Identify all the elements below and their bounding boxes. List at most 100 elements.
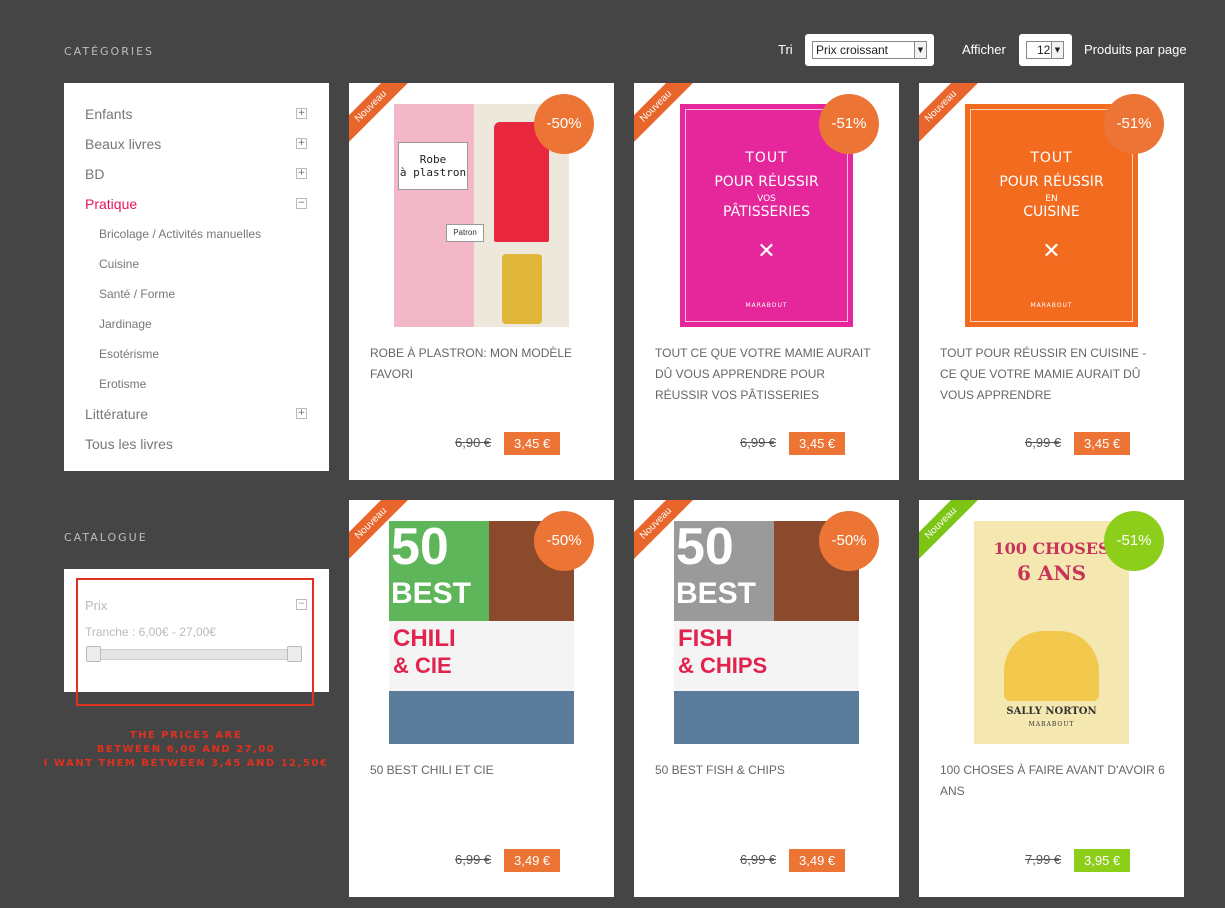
- book-cover-image[interactable]: 100 CHOSES 6 ANS SALLY NORTON MARABOUT: [974, 521, 1129, 744]
- expand-icon[interactable]: +: [296, 108, 307, 119]
- sale-price: 3,45 €: [789, 432, 846, 455]
- product-title[interactable]: ROBE À PLASTRON: MON MODÈLE FAVORI: [370, 343, 595, 385]
- cover-title-line: PÂTISSERIES: [723, 204, 810, 220]
- product-card[interactable]: 50 BEST CHILI & CIE Nouveau -50% 50 BEST CHILI…: [349, 500, 614, 897]
- cover-title-line: POUR RÉUSSIR: [714, 174, 819, 190]
- expand-icon[interactable]: +: [296, 138, 307, 149]
- category-label: Beaux livres: [85, 136, 162, 152]
- categories-heading: CATÉGORIES: [64, 45, 155, 58]
- product-title[interactable]: 50 BEST FISH & CHIPS: [655, 760, 880, 781]
- annotation-line: THE PRICES ARE: [129, 730, 243, 741]
- cover-illustration: [1004, 631, 1099, 701]
- sort-select[interactable]: Prix croissant ▼: [805, 34, 934, 66]
- product-title[interactable]: TOUT POUR RÉUSSIR EN CUISINE - CE QUE VO…: [940, 343, 1165, 406]
- cover-publisher: MARABOUT: [1030, 302, 1073, 309]
- cover-title-line: CHILI: [393, 625, 456, 652]
- cover-title-line: & CHIPS: [678, 653, 768, 678]
- show-label: Afficher: [962, 42, 1006, 57]
- sale-price: 3,45 €: [504, 432, 561, 455]
- cover-author: SALLY NORTON: [1006, 706, 1097, 717]
- category-beaux-livres[interactable]: Beaux livres +: [64, 129, 329, 159]
- per-page-select[interactable]: 12 ▼: [1019, 34, 1072, 66]
- old-price: 6,90 €: [455, 435, 492, 450]
- fork-spoon-icon: ✕: [1042, 239, 1061, 264]
- cover-title-line: & CIE: [393, 653, 452, 678]
- product-title[interactable]: 100 CHOSES À FAIRE AVANT D'AVOIR 6 ANS: [940, 760, 1165, 802]
- fork-spoon-icon: ✕: [757, 239, 776, 264]
- cover-title-line: 6 ANS: [1016, 561, 1087, 585]
- sale-price: 3,95 €: [1074, 849, 1131, 872]
- product-title[interactable]: TOUT CE QUE VOTRE MAMIE AURAIT DÛ VOUS A…: [655, 343, 880, 406]
- cover-title-line: 50: [676, 521, 734, 576]
- product-card[interactable]: 100 CHOSES 6 ANS SALLY NORTON MARABOUT Nouve…: [919, 500, 1184, 897]
- categories-panel: Enfants + Beaux livres + BD + Pratique −…: [64, 83, 329, 471]
- sort-select-value: Prix croissant: [816, 43, 889, 57]
- category-label: Littérature: [85, 406, 149, 422]
- discount-badge: -51%: [1104, 94, 1164, 154]
- annotation-line: BETWEEN 6,00 AND 27,00: [96, 744, 276, 755]
- old-price: 6,99 €: [455, 852, 492, 867]
- product-title[interactable]: 50 BEST CHILI ET CIE: [370, 760, 595, 781]
- cover-title-line: Robe: [419, 153, 447, 166]
- cover-photo-bottom: [674, 691, 859, 744]
- cover-chair: [502, 254, 542, 324]
- per-page-select-value: 12: [1037, 43, 1051, 57]
- cover-badge: Patron: [446, 224, 484, 242]
- discount-badge: -50%: [534, 511, 594, 571]
- discount-badge: -50%: [819, 511, 879, 571]
- subcategory-sante[interactable]: Santé / Forme: [64, 279, 329, 309]
- collapse-icon[interactable]: −: [296, 198, 307, 209]
- cover-title-line: FISH: [678, 625, 733, 652]
- cover-title-line: 50: [391, 521, 449, 576]
- discount-badge: -51%: [1104, 511, 1164, 571]
- category-label: Pratique: [85, 196, 138, 212]
- old-price: 6,99 €: [740, 435, 777, 450]
- cover-title-line: CUISINE: [1023, 204, 1080, 220]
- expand-icon[interactable]: +: [296, 168, 307, 179]
- product-card[interactable]: 50 BEST FISH & CHIPS Nouveau -50% 50 BEST FISH…: [634, 500, 899, 897]
- old-price: 6,99 €: [740, 852, 777, 867]
- cover-publisher: MARABOUT: [745, 302, 788, 309]
- sale-price: 3,45 €: [1074, 432, 1131, 455]
- category-enfants[interactable]: Enfants +: [64, 99, 329, 129]
- product-card[interactable]: Mon modèle favoriRobeà plastronPatronNou…: [349, 83, 614, 480]
- discount-badge: -50%: [534, 94, 594, 154]
- category-litterature[interactable]: Littérature +: [64, 399, 329, 429]
- old-price: 7,99 €: [1025, 852, 1062, 867]
- subcategory-jardinage[interactable]: Jardinage: [64, 309, 329, 339]
- cover-photo-bottom: [389, 691, 574, 744]
- sale-price: 3,49 €: [789, 849, 846, 872]
- category-label: Tous les livres: [85, 436, 173, 452]
- category-label: Enfants: [85, 106, 133, 122]
- cover-title-line: TOUT: [1030, 150, 1073, 166]
- category-pratique[interactable]: Pratique −: [64, 189, 329, 219]
- category-tous-les-livres[interactable]: Tous les livres: [64, 429, 329, 459]
- product-card[interactable]: TOUT POUR RÉUSSIR EN CUISINE ✕ MARABOUT Nouvea…: [919, 83, 1184, 480]
- sort-label: Tri: [778, 42, 793, 57]
- annotation-highlight-box: [76, 578, 314, 706]
- discount-badge: -51%: [819, 94, 879, 154]
- subcategory-cuisine[interactable]: Cuisine: [64, 249, 329, 279]
- cover-title-block: Robe à plastron: [398, 142, 468, 190]
- catalog-heading: CATALOGUE: [64, 531, 148, 544]
- old-price: 6,99 €: [1025, 435, 1062, 450]
- annotation-text: THE PRICES ARE BETWEEN 6,00 AND 27,00 I …: [36, 729, 336, 771]
- expand-icon[interactable]: +: [296, 408, 307, 419]
- dropdown-arrow-icon: ▼: [914, 42, 926, 58]
- annotation-line: I WANT THEM BETWEEN 3,45 AND 12,50€: [43, 758, 329, 769]
- cover-title-line: TOUT: [745, 150, 788, 166]
- cover-title-line: POUR RÉUSSIR: [999, 174, 1104, 190]
- cover-title-line: BEST: [391, 577, 472, 610]
- subcategory-bricolage[interactable]: Bricolage / Activités manuelles: [64, 219, 329, 249]
- per-page-label: Produits par page: [1084, 42, 1187, 57]
- cover-title-line: à plastron: [399, 166, 467, 179]
- subcategory-erotisme[interactable]: Erotisme: [64, 369, 329, 399]
- category-label: BD: [85, 166, 105, 182]
- dropdown-arrow-icon: ▼: [1051, 42, 1063, 58]
- subcategory-esoterisme[interactable]: Esotérisme: [64, 339, 329, 369]
- product-card[interactable]: TOUT POUR RÉUSSIR VOS PÂTISSERIES ✕ MARABOUT N…: [634, 83, 899, 480]
- cover-title-line: VOS: [757, 194, 776, 204]
- cover-title-line: EN: [1045, 194, 1058, 204]
- category-bd[interactable]: BD +: [64, 159, 329, 189]
- cover-publisher: MARABOUT: [1028, 721, 1075, 728]
